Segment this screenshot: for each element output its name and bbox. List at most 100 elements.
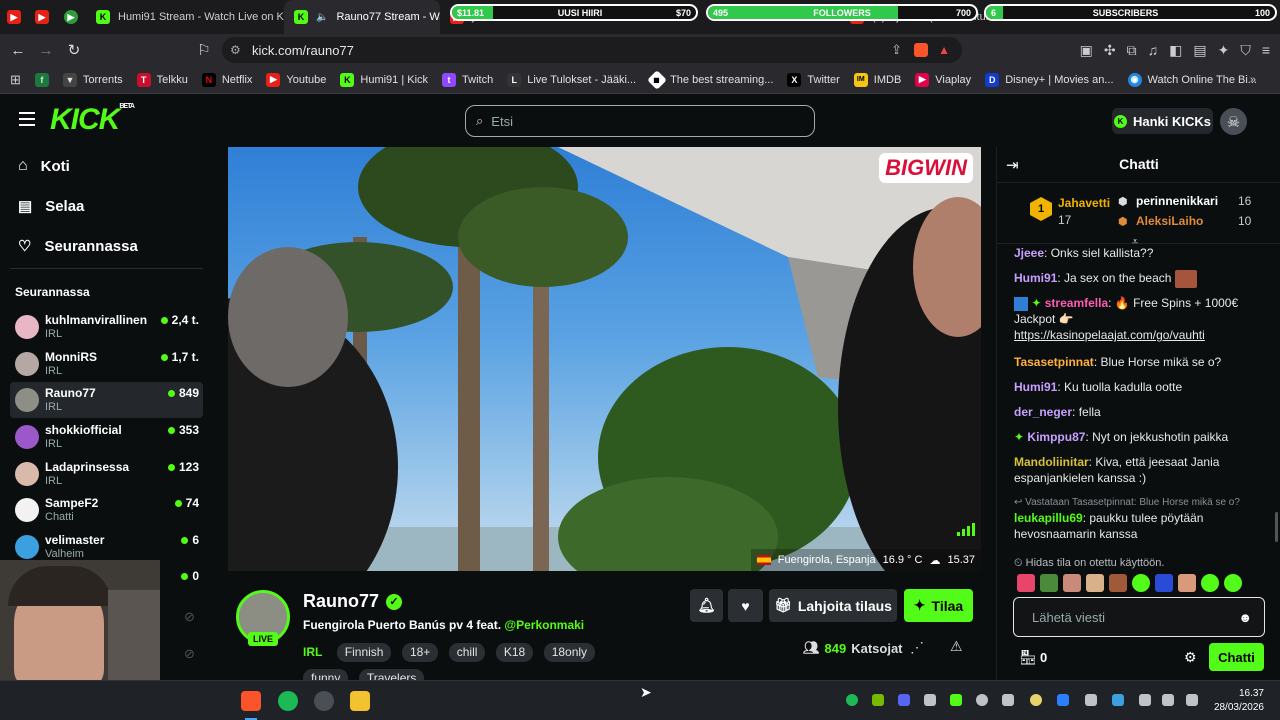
menu-icon[interactable]: ≡ bbox=[1262, 42, 1270, 59]
spotify-tray-icon[interactable] bbox=[846, 694, 858, 706]
emoji-picker-icon[interactable]: ☻ bbox=[1238, 610, 1252, 625]
bookmark-watch-online[interactable]: ◉ Watch Online The Bi... bbox=[1127, 72, 1257, 87]
nvidia-tray-icon[interactable] bbox=[872, 694, 884, 706]
discord-tray-icon[interactable] bbox=[898, 694, 910, 706]
chat-settings-icon[interactable]: ⚙ bbox=[1184, 649, 1197, 666]
share-icon[interactable]: ⇪ bbox=[891, 42, 902, 58]
user-avatar[interactable]: ☠ bbox=[1220, 108, 1247, 135]
channel-name[interactable]: Rauno77 bbox=[303, 591, 379, 612]
bookmark-imdb[interactable]: IM IMDB bbox=[853, 72, 901, 87]
emote-icon[interactable] bbox=[1132, 574, 1150, 592]
nav-home[interactable]: ⌂ Koti bbox=[18, 157, 70, 175]
gift-sub-button[interactable]: 🎁︎ Lahjoita tilaus bbox=[769, 589, 897, 622]
video-player[interactable]: BIGWIN Fuengirola, Espanja 16.9 ° C ☁ 15… bbox=[228, 147, 981, 571]
following-item-monnirs[interactable]: MonniRS IRL 1,7 t. bbox=[10, 346, 203, 382]
send-chat-button[interactable]: Chatti bbox=[1209, 643, 1264, 671]
bookmark-humi91-kick[interactable]: K Humi91 | Kick bbox=[340, 72, 428, 87]
wallet-icon[interactable]: ▤ bbox=[1193, 42, 1206, 59]
phone-tray-icon[interactable] bbox=[1085, 694, 1097, 706]
app-tray-icon-3[interactable] bbox=[1112, 694, 1124, 706]
tab-rauno77[interactable]: K 🔈 Rauno77 Stream - Watch bbox=[284, 0, 440, 34]
leader-2-name[interactable]: perinnenikkari bbox=[1136, 194, 1218, 208]
leader-3-name[interactable]: AleksiLaiho bbox=[1136, 214, 1203, 228]
forward-icon[interactable]: → bbox=[32, 36, 60, 64]
microphone-tray-icon[interactable] bbox=[1139, 694, 1151, 706]
following-item-shokkiofficial[interactable]: shokkiofficial IRL 353 bbox=[10, 419, 203, 455]
puzzle-icon[interactable]: ✣ bbox=[1104, 42, 1116, 59]
chat-link[interactable]: https://kasinopelaajat.com/go/vauhti bbox=[1014, 328, 1205, 342]
steam-tray-icon[interactable] bbox=[976, 694, 988, 706]
following-item-sampef2[interactable]: SampeF2 Chatti 74 bbox=[10, 492, 203, 528]
bookmark-twitch[interactable]: t Twitch bbox=[442, 72, 493, 87]
bookmark-app-icon[interactable]: f bbox=[34, 72, 49, 87]
screenshot-icon[interactable]: ⧉ bbox=[1127, 42, 1137, 59]
sidebar-toggle-icon[interactable]: ◧ bbox=[1169, 42, 1182, 59]
emote-icon[interactable] bbox=[1155, 574, 1173, 592]
bookmark-telkku[interactable]: T Telkku bbox=[136, 72, 188, 87]
emote-icon[interactable] bbox=[1178, 574, 1196, 592]
bookmark-live-tulokset[interactable]: L Live Tulokset - Jääki... bbox=[507, 72, 636, 87]
app-taskbar-icon[interactable] bbox=[314, 691, 334, 711]
chat-input[interactable]: Lähetä viesti ☻ bbox=[1013, 597, 1265, 637]
back-icon[interactable]: ← bbox=[4, 36, 32, 64]
following-item-rauno77[interactable]: Rauno77 IRL 849 bbox=[10, 382, 203, 418]
cloud-tray-icon[interactable] bbox=[924, 694, 936, 706]
tag[interactable]: K18 bbox=[495, 643, 534, 662]
tab-humi91[interactable]: K Humi91 Stream - Watch Live on Kick bbox=[86, 0, 284, 34]
leo-icon[interactable]: ✦ bbox=[1218, 42, 1230, 59]
bookmark-icon[interactable]: ⚐ bbox=[190, 36, 218, 64]
following-item-ladaprinsessa[interactable]: Ladaprinsessa IRL 123 bbox=[10, 456, 203, 492]
kick-logo[interactable]: KICKBETA bbox=[50, 103, 135, 137]
site-info-icon[interactable]: ⚙ bbox=[230, 43, 241, 57]
brave-shields-icon[interactable] bbox=[914, 43, 928, 57]
tag[interactable]: 18only bbox=[543, 643, 596, 662]
notification-bell-button[interactable]: 🔔︎ bbox=[690, 589, 723, 622]
nav-following[interactable]: ♡ Seurannassa bbox=[18, 237, 138, 256]
volume-tray-icon[interactable] bbox=[1186, 694, 1198, 706]
following-item-kuhlmanvirallinen[interactable]: kuhlmanvirallinen IRL 2,4 t. bbox=[10, 309, 203, 345]
leader-1-name[interactable]: Jahavetti bbox=[1058, 196, 1110, 210]
emote-icon[interactable] bbox=[1040, 574, 1058, 592]
emote-icon[interactable] bbox=[1086, 574, 1104, 592]
tag[interactable]: 18+ bbox=[401, 643, 439, 662]
get-kicks-button[interactable]: K Hanki KICKs bbox=[1112, 108, 1213, 134]
more-bookmarks-icon[interactable]: » bbox=[1250, 74, 1256, 86]
bookmark-twitter[interactable]: X Twitter bbox=[787, 72, 840, 87]
bookmark-torrents[interactable]: ▼ Torrents bbox=[62, 72, 123, 87]
bookmark-youtube[interactable]: ▶ Youtube bbox=[266, 72, 326, 87]
points-icon[interactable]: 🏪︎ bbox=[1019, 649, 1037, 666]
category-link[interactable]: IRL bbox=[303, 645, 322, 659]
reload-icon[interactable]: ↻ bbox=[60, 36, 88, 64]
file-explorer-taskbar-icon[interactable] bbox=[350, 691, 370, 711]
bookmark-viaplay[interactable]: ▶ Viaplay bbox=[915, 72, 971, 87]
bookmark-streaming[interactable]: ◆ The best streaming... bbox=[647, 69, 773, 90]
chat-scrollbar[interactable] bbox=[1275, 512, 1278, 542]
vpn-icon[interactable]: ⛉ bbox=[1240, 42, 1251, 59]
tag[interactable]: Finnish bbox=[336, 643, 392, 662]
emote-icon[interactable] bbox=[1017, 574, 1035, 592]
youtube-pinned-tab[interactable]: ▶ bbox=[0, 10, 28, 24]
hamburger-menu-icon[interactable] bbox=[19, 112, 35, 126]
emote-icon[interactable] bbox=[1109, 574, 1127, 592]
report-icon[interactable]: ⚠ bbox=[950, 638, 963, 655]
nav-browse[interactable]: ▤ Selaa bbox=[18, 197, 84, 216]
mention-link[interactable]: @Perkonmaki bbox=[504, 618, 584, 632]
apps-icon[interactable]: ⊞ bbox=[10, 72, 21, 88]
network-tray-icon[interactable] bbox=[1162, 694, 1174, 706]
brave-taskbar-icon[interactable] bbox=[241, 691, 261, 711]
bookmark-netflix[interactable]: N Netflix bbox=[201, 72, 252, 87]
url-bar[interactable]: ⚙ kick.com/rauno77 ⇪ ▲ bbox=[222, 37, 962, 63]
extension-icon[interactable]: ▣ bbox=[1080, 42, 1093, 59]
subscribe-button[interactable]: ✦ Tilaa bbox=[904, 589, 973, 622]
emote-icon[interactable] bbox=[1063, 574, 1081, 592]
youtube-pinned-tab-2[interactable]: ▶ bbox=[28, 10, 56, 24]
share-icon[interactable]: ⋰ bbox=[910, 639, 924, 656]
tag[interactable]: chill bbox=[448, 643, 486, 662]
bookmark-disney[interactable]: D Disney+ | Movies an... bbox=[985, 72, 1114, 87]
play-tray-icon[interactable] bbox=[950, 694, 962, 706]
music-icon[interactable]: ♫ bbox=[1148, 42, 1159, 59]
brave-rewards-icon[interactable]: ▲ bbox=[938, 43, 950, 57]
app-tray-icon-2[interactable] bbox=[1030, 694, 1042, 706]
search-input[interactable]: ⌕ Etsi bbox=[465, 105, 815, 137]
emote-icon[interactable] bbox=[1201, 574, 1219, 592]
